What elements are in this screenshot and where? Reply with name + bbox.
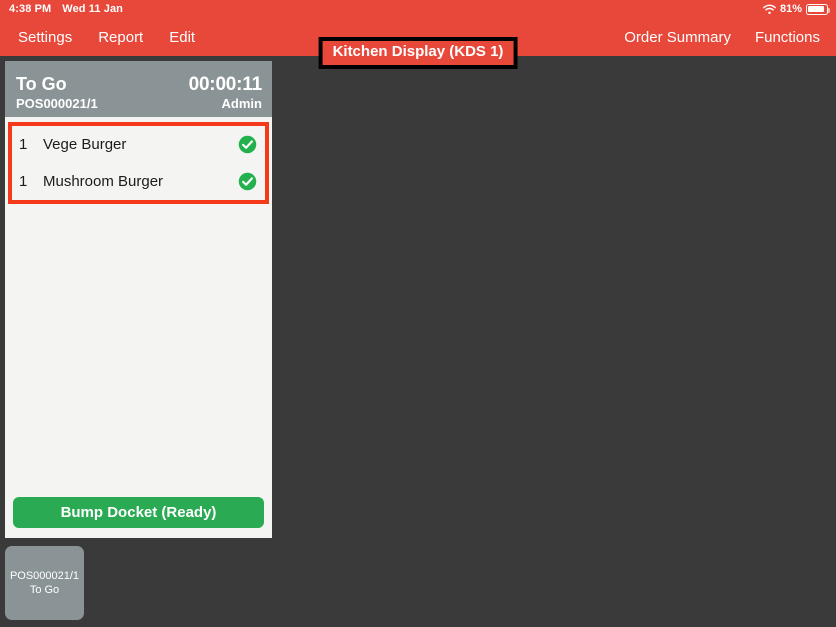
nav-right-group: Order Summary Functions bbox=[624, 18, 820, 56]
docket-reference: POS000021/1 bbox=[16, 95, 98, 111]
battery-icon bbox=[806, 3, 831, 15]
wifi-icon bbox=[763, 4, 776, 15]
status-bar-indicators: 81% bbox=[763, 3, 831, 15]
docket-user: Admin bbox=[221, 95, 262, 111]
docket-timer: 00:00:11 bbox=[188, 73, 263, 95]
tile-reference: POS000021/1 bbox=[9, 570, 80, 582]
battery-percent: 81% bbox=[779, 3, 802, 15]
navigation-bar: Settings Report Edit Kitchen Display (KD… bbox=[0, 18, 836, 69]
page-title: Kitchen Display (KDS 1) bbox=[332, 43, 504, 60]
docket-items-highlight: 1 Vege Burger 1 Mushroom Burger bbox=[8, 122, 269, 204]
status-bar-date: Wed 11 Jan bbox=[62, 3, 123, 15]
item-quantity: 1 bbox=[19, 136, 28, 153]
bump-docket-button[interactable]: Bump Docket (Ready) bbox=[13, 497, 264, 528]
docket-card[interactable]: To Go 00:00:11 POS000021/1 Admin 1 Vege … bbox=[5, 61, 272, 538]
nav-item-settings[interactable]: Settings bbox=[18, 29, 72, 46]
nav-item-report[interactable]: Report bbox=[98, 29, 143, 46]
docket-empty-space bbox=[5, 204, 272, 497]
table-row[interactable]: 1 Mushroom Burger bbox=[12, 163, 265, 200]
item-quantity: 1 bbox=[19, 173, 28, 190]
nav-left-group: Settings Report Edit bbox=[18, 18, 195, 56]
item-name: Mushroom Burger bbox=[43, 173, 164, 190]
check-circle-icon[interactable] bbox=[238, 135, 257, 154]
kds-screen: 4:38 PM Wed 11 Jan 81% Settings Report E… bbox=[0, 0, 836, 627]
tile-order-type: To Go bbox=[29, 584, 60, 596]
bumped-docket-tile[interactable]: POS000021/1 To Go bbox=[5, 546, 84, 620]
table-row[interactable]: 1 Vege Burger bbox=[12, 126, 265, 163]
docket-header: To Go 00:00:11 POS000021/1 Admin bbox=[5, 61, 272, 117]
nav-item-order-summary[interactable]: Order Summary bbox=[624, 29, 731, 46]
docket-order-type: To Go bbox=[16, 73, 67, 94]
item-name: Vege Burger bbox=[43, 136, 127, 153]
check-circle-icon[interactable] bbox=[238, 172, 257, 191]
nav-item-edit[interactable]: Edit bbox=[169, 29, 195, 46]
kds-title-highlight: Kitchen Display (KDS 1) bbox=[318, 37, 518, 69]
nav-item-functions[interactable]: Functions bbox=[755, 29, 820, 46]
bump-button-container: Bump Docket (Ready) bbox=[5, 497, 272, 538]
status-bar: 4:38 PM Wed 11 Jan 81% bbox=[0, 0, 836, 18]
status-bar-time: 4:38 PM bbox=[9, 3, 52, 15]
